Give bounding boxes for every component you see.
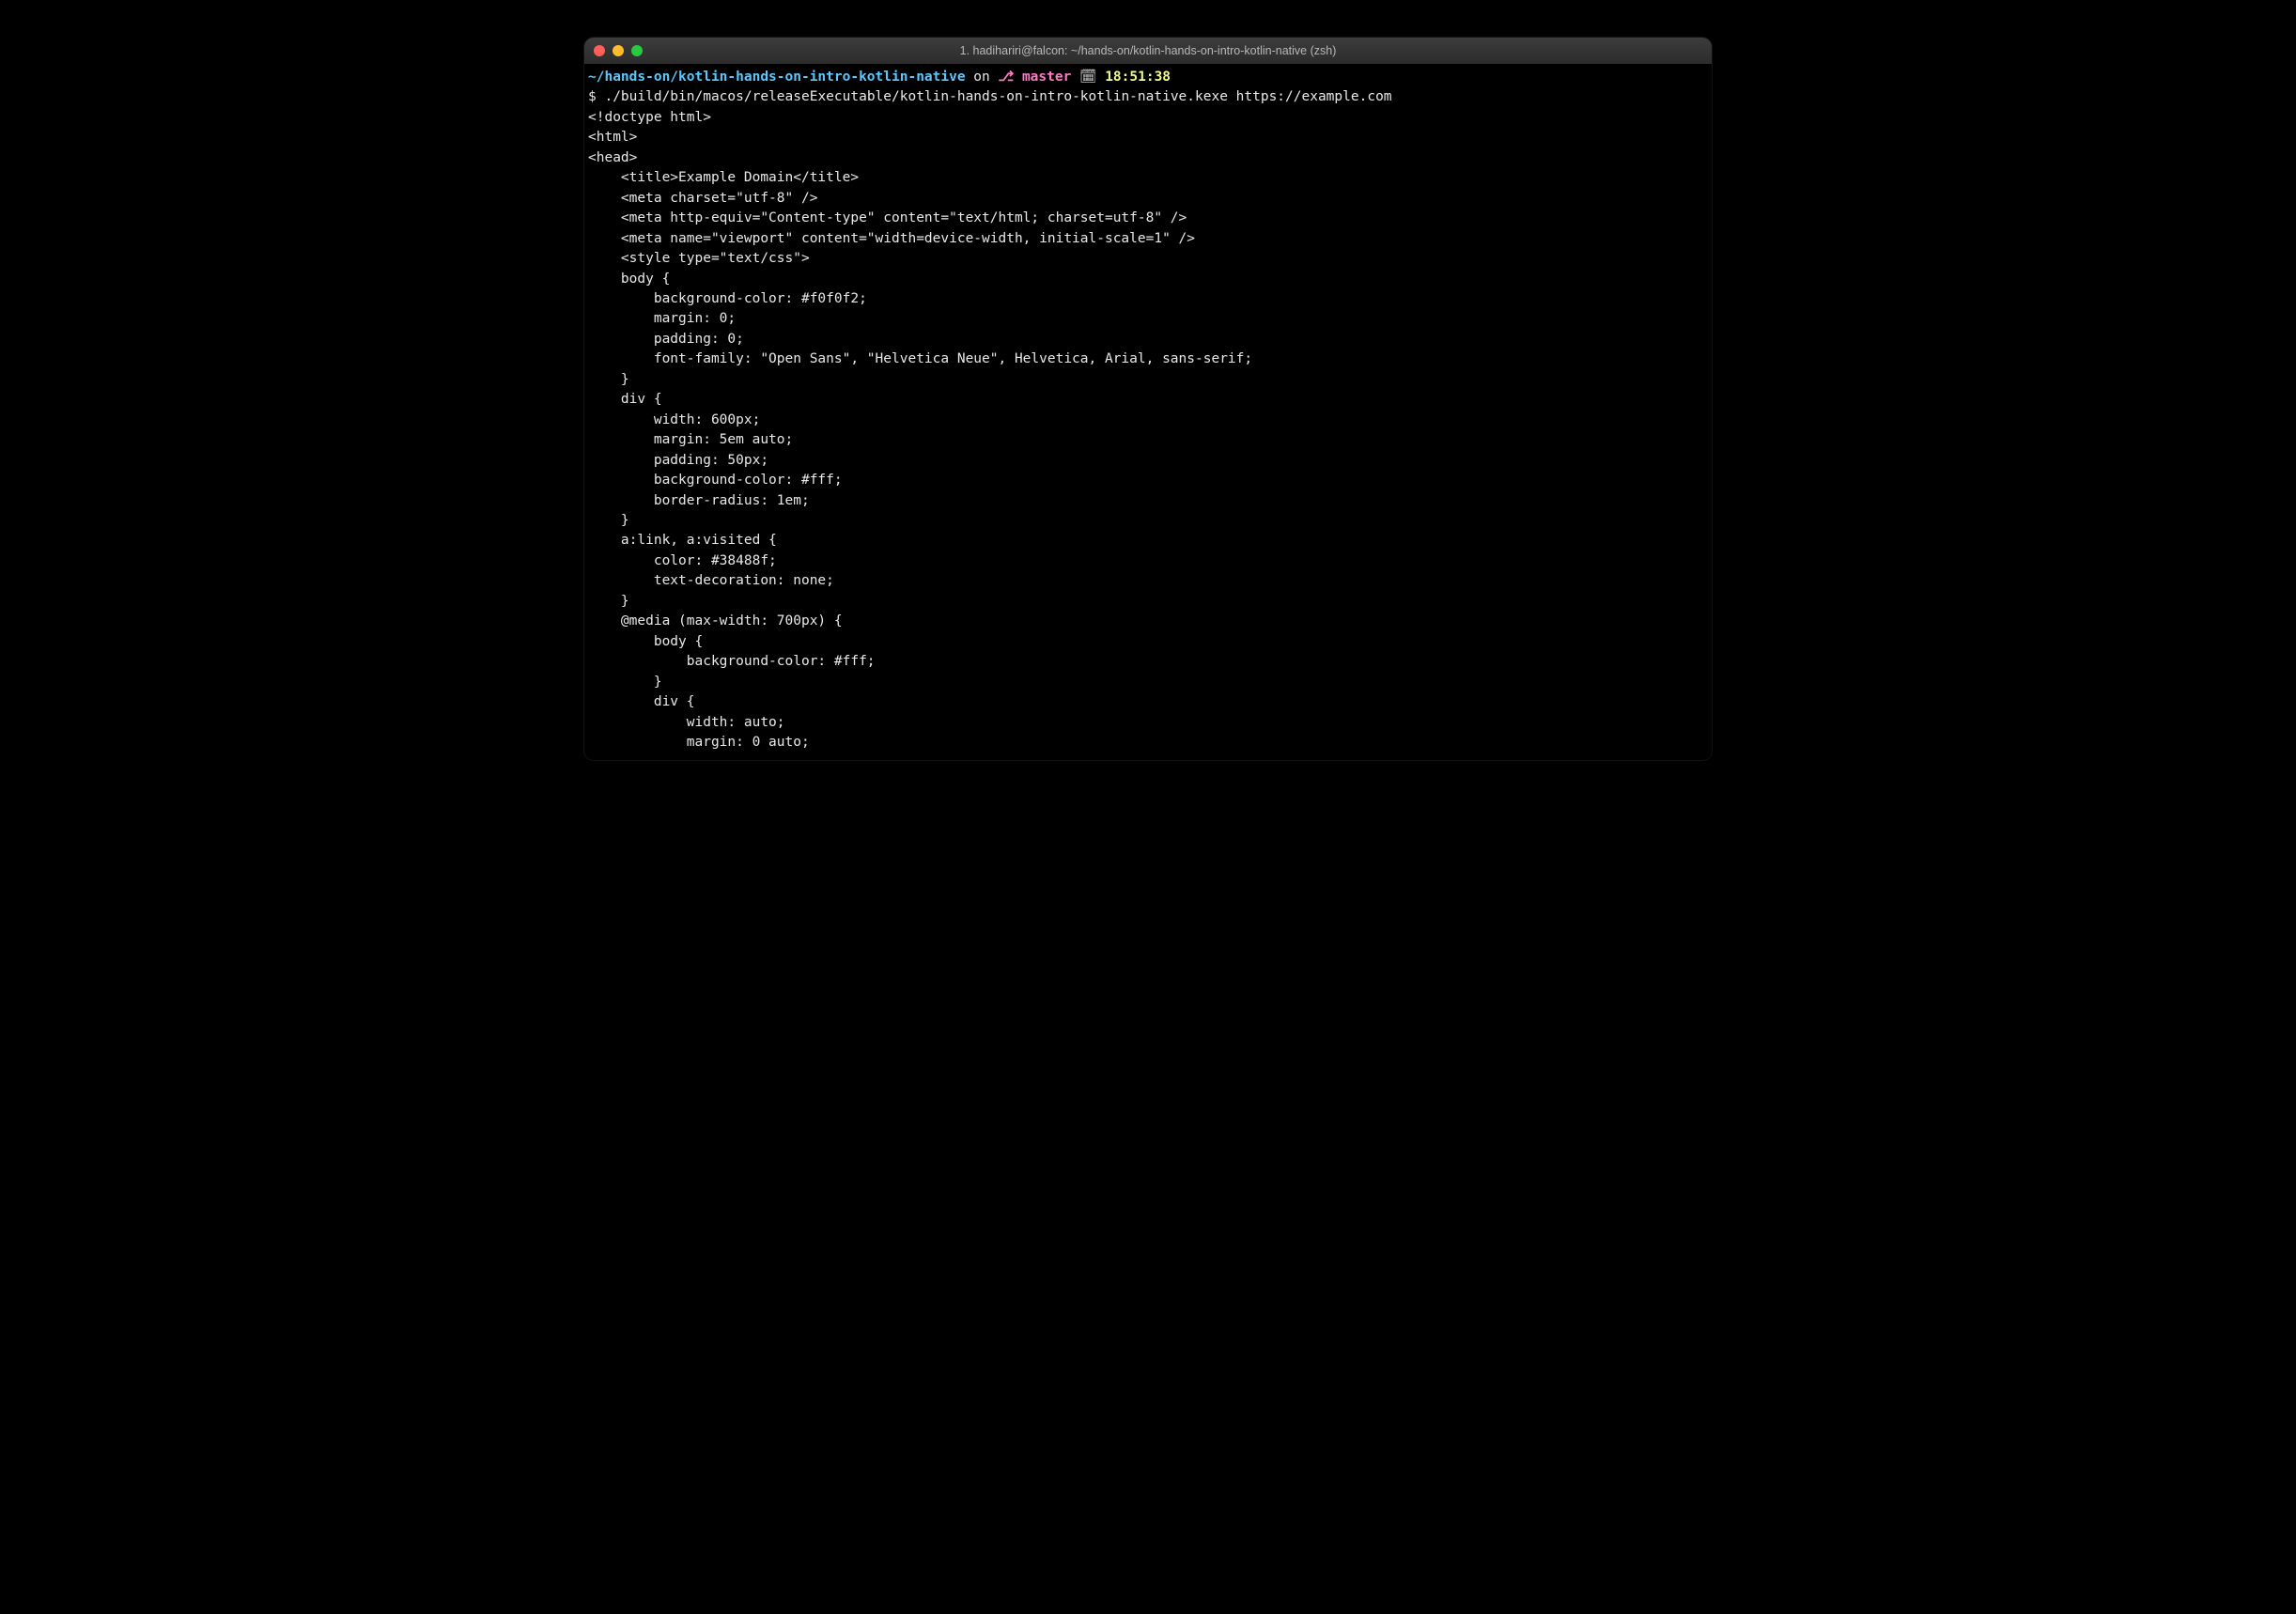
output-line: body {	[588, 270, 1708, 289]
traffic-lights	[594, 45, 643, 56]
maximize-button[interactable]	[631, 45, 643, 56]
output-line: a:link, a:visited {	[588, 531, 1708, 551]
clock-icon: 🗓	[1071, 70, 1105, 85]
output-line: div {	[588, 390, 1708, 410]
output-line: <meta name="viewport" content="width=dev…	[588, 229, 1708, 249]
output-line: body {	[588, 632, 1708, 652]
window-title: 1. hadihariri@falcon: ~/hands-on/kotlin-…	[960, 44, 1337, 57]
close-button[interactable]	[594, 45, 605, 56]
output-line: }	[588, 511, 1708, 531]
title-bar: 1. hadihariri@falcon: ~/hands-on/kotlin-…	[584, 38, 1712, 64]
output-line: <html>	[588, 128, 1708, 147]
output-line: margin: 5em auto;	[588, 430, 1708, 450]
output-line: font-family: "Open Sans", "Helvetica Neu…	[588, 349, 1708, 369]
output-line: width: auto;	[588, 713, 1708, 733]
output-line: background-color: #fff;	[588, 652, 1708, 672]
output-line: text-decoration: none;	[588, 571, 1708, 591]
terminal-window: 1. hadihariri@falcon: ~/hands-on/kotlin-…	[584, 38, 1712, 760]
output-line: }	[588, 592, 1708, 612]
output-line: margin: 0 auto;	[588, 733, 1708, 753]
output-line: <meta charset="utf-8" />	[588, 189, 1708, 209]
prompt-path: ~/hands-on/kotlin-hands-on-intro-kotlin-…	[588, 70, 966, 85]
output-line: background-color: #fff;	[588, 471, 1708, 490]
prompt-line: ~/hands-on/kotlin-hands-on-intro-kotlin-…	[588, 68, 1708, 87]
command-line: $ ./build/bin/macos/releaseExecutable/ko…	[588, 87, 1708, 107]
output-line: div {	[588, 692, 1708, 712]
terminal-content[interactable]: ~/hands-on/kotlin-hands-on-intro-kotlin-…	[584, 64, 1712, 760]
output-line: <title>Example Domain</title>	[588, 168, 1708, 188]
output-line: <!doctype html>	[588, 108, 1708, 128]
output-line: }	[588, 370, 1708, 390]
output-line: border-radius: 1em;	[588, 491, 1708, 511]
prompt-symbol: $	[588, 89, 604, 104]
output-line: color: #38488f;	[588, 551, 1708, 571]
prompt-on: on	[966, 70, 999, 85]
output-line: <meta http-equiv="Content-type" content=…	[588, 209, 1708, 228]
output-line: width: 600px;	[588, 411, 1708, 430]
output-line: <style type="text/css">	[588, 249, 1708, 269]
command-text: ./build/bin/macos/releaseExecutable/kotl…	[604, 89, 1391, 104]
minimize-button[interactable]	[613, 45, 624, 56]
git-branch-icon: ⎇	[999, 70, 1015, 85]
output-line: <head>	[588, 148, 1708, 168]
prompt-time: 18:51:38	[1105, 70, 1171, 85]
output-line: margin: 0;	[588, 309, 1708, 329]
git-branch-name: master	[1014, 70, 1071, 85]
output-line: padding: 50px;	[588, 451, 1708, 471]
output-line: }	[588, 673, 1708, 692]
output-line: padding: 0;	[588, 330, 1708, 349]
output-line: background-color: #f0f0f2;	[588, 289, 1708, 309]
output-line: @media (max-width: 700px) {	[588, 612, 1708, 631]
